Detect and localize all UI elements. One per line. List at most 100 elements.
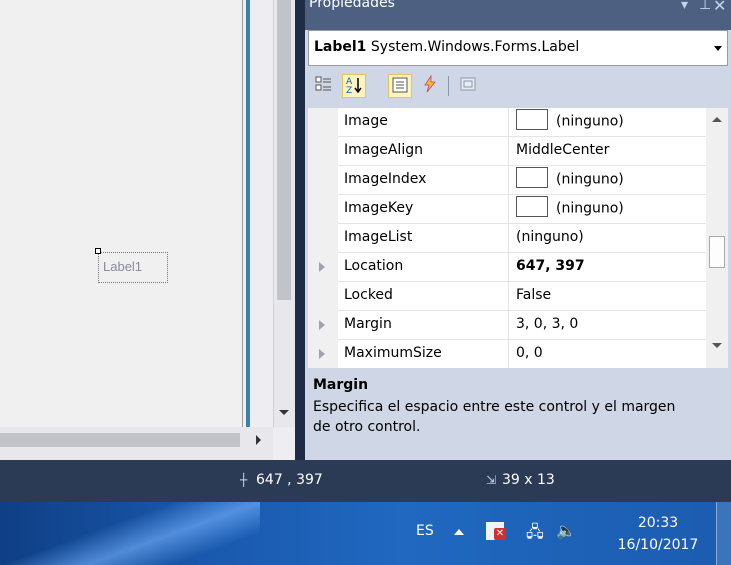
property-column-divider[interactable] [508,166,509,195]
property-name: ImageKey [344,200,414,216]
property-row-margin [308,282,338,311]
description-title: Margin [313,377,369,393]
property-row[interactable]: Locked False [308,282,706,311]
selected-object-type: System.Windows.Forms.Label [370,39,580,55]
property-name: ImageIndex [344,171,427,187]
designer-vscroll-thumb[interactable] [277,0,291,300]
object-selector-dropdown[interactable]: Label1 System.Windows.Forms.Label [308,30,728,66]
taskbar-clock[interactable]: 20:33 16/10/2017 [608,512,708,556]
property-value-text: 3, 0, 3, 0 [516,316,579,332]
property-value[interactable]: (ninguno) [516,167,624,188]
properties-title: Propiedades [309,0,395,11]
status-size-value: 39 x 13 [502,472,555,488]
properties-icon[interactable] [388,74,412,98]
image-preview-swatch [516,109,548,130]
property-column-divider[interactable] [508,224,509,253]
property-column-divider[interactable] [508,253,509,282]
property-row[interactable]: ImageAlign MiddleCenter [308,137,706,166]
property-row-margin [308,253,338,282]
property-row[interactable]: ImageIndex (ninguno) [308,166,706,195]
status-location-value: 647 , 397 [256,472,323,488]
property-value[interactable]: (ninguno) [516,229,584,245]
scroll-down-arrow-icon[interactable] [712,343,722,348]
taskbar-background-glow [0,502,260,565]
property-column-divider[interactable] [508,108,509,137]
pin-icon[interactable]: ⊥ [699,0,711,13]
events-lightning-icon[interactable] [418,74,442,98]
property-value-text: 647, 397 [516,258,585,274]
expand-arrow-icon[interactable] [319,320,325,330]
property-name: Margin [344,316,392,332]
image-preview-swatch [516,196,548,217]
property-row[interactable]: Location 647, 397 [308,253,706,282]
clock-date: 16/10/2017 [617,537,699,553]
designer-horizontal-scrollbar[interactable] [0,427,273,460]
property-value[interactable]: (ninguno) [516,196,624,217]
show-hidden-icons-arrow-icon[interactable] [454,529,464,535]
property-column-divider[interactable] [508,340,509,368]
categorized-icon[interactable] [312,74,336,98]
designer-vertical-scrollbar[interactable] [273,0,295,427]
scroll-up-arrow-icon[interactable] [712,117,722,122]
expand-arrow-icon[interactable] [319,349,325,359]
property-row-margin [308,108,338,137]
property-value-text: (ninguno) [556,200,624,217]
property-value-text: MiddleCenter [516,142,610,158]
network-icon[interactable]: 🖧 [526,521,544,548]
property-column-divider[interactable] [508,195,509,224]
scroll-down-arrow-icon[interactable] [279,410,289,415]
show-desktop-button[interactable] [716,502,731,565]
language-indicator[interactable]: ES [416,523,434,539]
property-value-text: 0, 0 [516,345,543,361]
property-row[interactable]: ImageList (ninguno) [308,224,706,253]
chevron-down-icon[interactable] [714,46,722,51]
designer-hscroll-thumb[interactable] [0,433,240,447]
property-row[interactable]: ImageKey (ninguno) [308,195,706,224]
property-name: Locked [344,287,393,303]
properties-toolbar: AZ [308,70,728,104]
property-row[interactable]: MaximumSize 0, 0 [308,340,706,368]
property-row-margin [308,137,338,166]
property-column-divider[interactable] [508,137,509,166]
size-dimensions-icon: ⇲ [486,473,497,487]
properties-title-bar: Propiedades ▾ ⊥ ✕ [305,0,731,30]
label1-control[interactable]: Label1 [98,252,168,283]
toolbar-separator [448,76,449,96]
status-location: ┼ 647 , 397 [240,472,323,488]
property-grid[interactable]: Image (ninguno) ImageAlign MiddleCenter Imag… [308,108,728,368]
property-column-divider[interactable] [508,311,509,340]
property-value[interactable]: 647, 397 [516,258,585,274]
selected-object-name: Label1 [314,39,367,55]
expand-arrow-icon[interactable] [319,262,325,272]
dropdown-arrow-icon[interactable]: ▾ [681,0,688,13]
property-value-text: (ninguno) [556,171,624,188]
property-row[interactable]: Image (ninguno) [308,108,706,137]
property-grid-scrollbar[interactable] [706,108,728,368]
property-pages-icon[interactable] [456,74,480,98]
volume-icon[interactable]: 🔈 [556,521,576,540]
property-grid-scroll-thumb[interactable] [709,236,725,268]
properties-panel: Propiedades ▾ ⊥ ✕ Label1 System.Windows.… [305,0,731,460]
svg-text:Z: Z [346,86,352,95]
property-value[interactable]: 0, 0 [516,345,543,361]
action-center-alert-icon: ✕ [494,528,506,540]
property-row[interactable]: Margin 3, 0, 3, 0 [308,311,706,340]
resize-grip-handle[interactable] [95,248,101,254]
form-designer-area[interactable]: Label1 [0,0,300,460]
close-icon[interactable]: ✕ [713,0,726,15]
alphabetical-sort-icon[interactable]: AZ [342,74,366,98]
property-value[interactable]: MiddleCenter [516,142,609,158]
scroll-right-arrow-icon[interactable] [256,435,261,445]
property-row-margin [308,224,338,253]
location-crosshair-icon: ┼ [240,473,248,487]
status-bar: ┼ 647 , 397 ⇲ 39 x 13 [0,460,731,502]
panel-splitter[interactable] [295,0,305,460]
property-value[interactable]: False [516,287,551,303]
property-row-margin [308,340,338,368]
property-column-divider[interactable] [508,282,509,311]
property-name: Location [344,258,404,274]
form-border [246,0,250,427]
property-value[interactable]: 3, 0, 3, 0 [516,316,578,332]
property-value[interactable]: (ninguno) [516,109,624,130]
form-surface[interactable]: Label1 [0,0,243,427]
